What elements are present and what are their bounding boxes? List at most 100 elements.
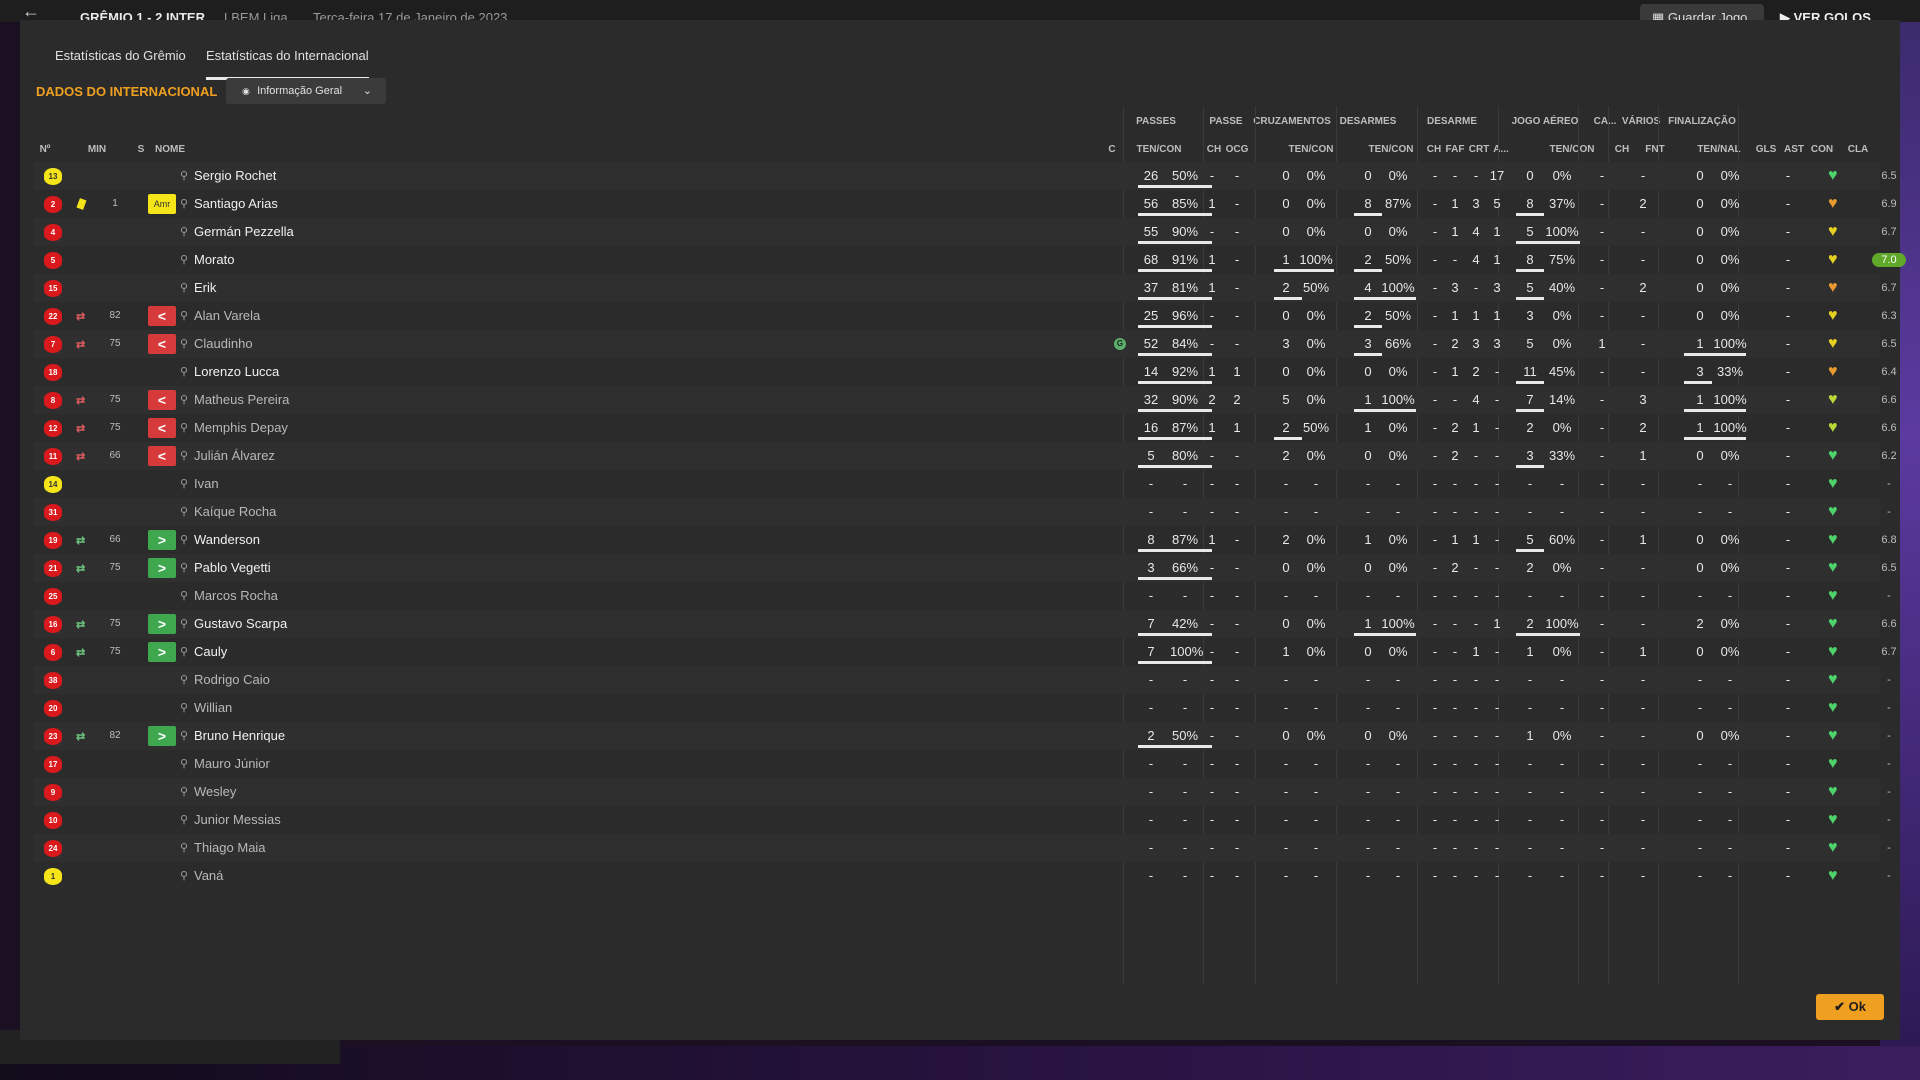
column-header-ast[interactable]: AST — [1784, 144, 1804, 155]
column-header-cruz[interactable]: TEN/CON — [1286, 144, 1336, 155]
player-name[interactable]: Matheus Pereira — [194, 386, 289, 414]
column-header-nome[interactable]: NOME — [150, 144, 190, 155]
column-header-s[interactable]: S — [134, 144, 148, 155]
ok-button[interactable]: ✔ Ok — [1816, 994, 1884, 1020]
table-row[interactable]: 22 ⇄ 82 < ⚲ Alan Varela 25 96% - -0 0% 2 50% -1 1 1 3 0% -… — [34, 302, 1897, 330]
table-row[interactable]: 19 ⇄ 66 > ⚲ Wanderson 8 87% 1-2 0% 1 0% -1 1-5 60% -1 0 0… — [34, 526, 1897, 554]
column-header-min[interactable]: MIN — [86, 144, 108, 155]
column-header-des-faf[interactable]: FAF — [1444, 144, 1466, 155]
column-header-con[interactable]: CON — [1810, 144, 1834, 155]
player-name[interactable]: Gustavo Scarpa — [194, 610, 287, 638]
table-row[interactable]: 9 ⚲ Wesley - - - - - - - - - - - - - - - - - - - ♥ - — [34, 778, 1891, 806]
back-arrow-icon[interactable]: ← — [22, 2, 40, 20]
column-header-passe-ch[interactable]: CH — [1206, 144, 1222, 155]
player-name[interactable]: Germán Pezzella — [194, 218, 294, 246]
column-header-desarmes[interactable]: TEN/CON — [1366, 144, 1416, 155]
chances-created: - — [1234, 616, 1240, 631]
column-header-c[interactable]: C — [1106, 144, 1118, 155]
view-dropdown[interactable]: ◉ Informação Geral ⌄ — [226, 78, 386, 104]
player-rating: 6.7 — [1881, 226, 1897, 238]
player-name[interactable]: Wanderson — [194, 526, 260, 554]
player-name[interactable]: Cauly — [194, 638, 227, 666]
player-name[interactable]: Sergio Rochet — [194, 162, 276, 190]
ca-ch: - — [1599, 756, 1605, 771]
column-header-varios-fnt[interactable]: FNT — [1644, 144, 1666, 155]
column-header-cla[interactable]: CLA — [1846, 144, 1870, 155]
player-name[interactable]: Lorenzo Lucca — [194, 358, 279, 386]
player-name[interactable]: Bruno Henrique — [194, 722, 285, 750]
interceptions: 3 — [1472, 196, 1480, 211]
table-row[interactable]: 11 ⇄ 66 < ⚲ Julián Álvarez 5 80% - -2 0% 0 0% -2- -3 33… — [34, 442, 1897, 470]
condition-heart-icon: ♥ — [1828, 279, 1838, 296]
interceptions: 3 — [1472, 336, 1480, 351]
table-row[interactable]: 6 ⇄ 75 > ⚲ Cauly 7 100% - -1 0% 0 0% - -1-1 0% -1 0 0% - ♥ 6.… — [34, 638, 1897, 666]
table-row[interactable]: 13 ⚲ Sergio Rochet 26 50% - -0 0% 0 0% - - -17 0 0% - -0… — [34, 162, 1897, 190]
interceptions: - — [1473, 476, 1479, 491]
player-name[interactable]: Mauro Júnior — [194, 750, 270, 778]
table-row[interactable]: 5 ⚲ Morato 68 91% 1-1 100% 2 50% - -4 1 8 75% - -0 0% - ♥ 7… — [34, 246, 1906, 274]
column-header-aereo[interactable]: TEN/CON — [1547, 144, 1597, 155]
table-row[interactable]: 12 ⇄ 75 < ⚲ Memphis Depay 16 87% 1 1 2 50% 1 0% -2 1-2 0… — [34, 414, 1897, 442]
headers-pct: - — [1559, 812, 1565, 827]
player-name[interactable]: Rodrigo Caio — [194, 666, 270, 694]
player-name[interactable]: Memphis Depay — [194, 414, 288, 442]
table-row[interactable]: 16 ⇄ 75 > ⚲ Gustavo Scarpa 7 42% - -0 0% 1 100% - - -1 2… — [34, 610, 1897, 638]
table-row[interactable]: 23 ⇄ 82 > ⚲ Bruno Henrique 2 50% - -0 0% 0 0% - - - -1 0%… — [34, 722, 1891, 750]
table-row[interactable]: 4 ⚲ Germán Pezzella 55 90% - -0 0% 0 0% -1 4 1 5 100% -… — [34, 218, 1897, 246]
table-row[interactable]: 2 1 Amr ⚲ Santiago Arias 56 85% 1-0 0% 8 87% -1 3 5 8 3… — [34, 190, 1897, 218]
table-row[interactable]: 7 ⇄ 75 < ⚲ Claudinho G 52 84% - -3 0% 3 66% -2 3 3 5 0% 1-1… — [34, 330, 1897, 358]
shots: - — [1697, 588, 1703, 603]
headers-attempted: 0 — [1526, 168, 1534, 183]
column-header-passe-ocg[interactable]: OCG — [1224, 144, 1250, 155]
clearances: - — [1494, 392, 1500, 407]
column-header-n[interactable]: Nº — [34, 144, 56, 155]
table-row[interactable]: 1 ⚲ Vaná - - - - - - - - - - - - - - - - - - - ♥ - — [34, 862, 1891, 890]
assists: - — [1785, 476, 1791, 491]
passes-attempted: - — [1148, 588, 1154, 603]
column-header-ca-ch[interactable]: CH — [1614, 144, 1630, 155]
table-row[interactable]: 17 ⚲ Mauro Júnior - - - - - - - - - - - - - - - - - - - ♥ - — [34, 750, 1891, 778]
player-name[interactable]: Marcos Rocha — [194, 582, 278, 610]
player-name[interactable]: Erik — [194, 274, 216, 302]
column-header-passes[interactable]: TEN/CON — [1134, 144, 1184, 155]
player-name[interactable]: Kaíque Rocha — [194, 498, 276, 526]
table-row[interactable]: 14 ⚲ Ivan - - - - - - - - - - - - - - - - - - - ♥ - — [34, 470, 1891, 498]
player-name[interactable]: Vaná — [194, 862, 223, 890]
table-row[interactable]: 24 ⚲ Thiago Maia - - - - - - - - - - - - - - - - - - - ♥ - — [34, 834, 1891, 862]
column-header-gls[interactable]: GLS — [1754, 144, 1778, 155]
column-header-des-a[interactable]: A... — [1490, 144, 1512, 155]
player-name[interactable]: Julián Álvarez — [194, 442, 275, 470]
player-name[interactable]: Claudinho — [194, 330, 253, 358]
player-name[interactable]: Alan Varela — [194, 302, 260, 330]
player-name[interactable]: Pablo Vegetti — [194, 554, 271, 582]
assists: - — [1785, 560, 1791, 575]
player-name[interactable]: Willian — [194, 694, 232, 722]
player-name[interactable]: Santiago Arias — [194, 190, 278, 218]
table-row[interactable]: 8 ⇄ 75 < ⚲ Matheus Pereira 32 90% 2 2 5 0% 1 100% - -4-… — [34, 386, 1897, 414]
table-row[interactable]: 20 ⚲ Willian - - - - - - - - - - - - - - - - - - - ♥ - — [34, 694, 1891, 722]
table-row[interactable]: 25 ⚲ Marcos Rocha - - - - - - - - - - - - - - - - - - - ♥ - — [34, 582, 1891, 610]
table-row[interactable]: 21 ⇄ 75 > ⚲ Pablo Vegetti 3 66% - -0 0% 0 0% -2- -2 0% -… — [34, 554, 1897, 582]
player-name[interactable]: Wesley — [194, 778, 236, 806]
shirt-number: 12 — [44, 420, 62, 437]
player-name[interactable]: Morato — [194, 246, 234, 274]
player-name[interactable]: Junior Messias — [194, 806, 281, 834]
check-icon: ✔ — [1834, 999, 1849, 1014]
assists: - — [1785, 784, 1791, 799]
person-icon: ⚲ — [180, 562, 189, 574]
table-row[interactable]: 31 ⚲ Kaíque Rocha - - - - - - - - - - - - - - - - - - - ♥ - — [34, 498, 1891, 526]
table-row[interactable]: 10 ⚲ Junior Messias - - - - - - - - - - - - - - - - - - - ♥ - — [34, 806, 1891, 834]
tab-internacional-stats[interactable]: Estatísticas do Internacional — [206, 48, 369, 80]
interceptions: - — [1473, 784, 1479, 799]
column-header-fin[interactable]: TEN/NAL — [1694, 144, 1744, 155]
player-name[interactable]: Thiago Maia — [194, 834, 266, 862]
column-header-des-crt[interactable]: CRT — [1468, 144, 1490, 155]
player-name[interactable]: Ivan — [194, 470, 219, 498]
tab-gremio-stats[interactable]: Estatísticas do Grêmio — [55, 48, 186, 63]
table-row[interactable]: 15 ⚲ Erik 37 81% 1-2 50% 4 100% -3-3 5 40% -2 0 0% - ♥ 6.… — [34, 274, 1897, 302]
column-header-des-ch[interactable]: CH — [1426, 144, 1442, 155]
tackles-pct: 0% — [1388, 560, 1408, 575]
table-row[interactable]: 38 ⚲ Rodrigo Caio - - - - - - - - - - - - - - - - - - - ♥ - — [34, 666, 1891, 694]
chances-created: - — [1234, 476, 1240, 491]
table-row[interactable]: 18 ⚲ Lorenzo Lucca 14 92% 1 1 0 0% 0 0% -1 2-11 45% - -… — [34, 358, 1897, 386]
